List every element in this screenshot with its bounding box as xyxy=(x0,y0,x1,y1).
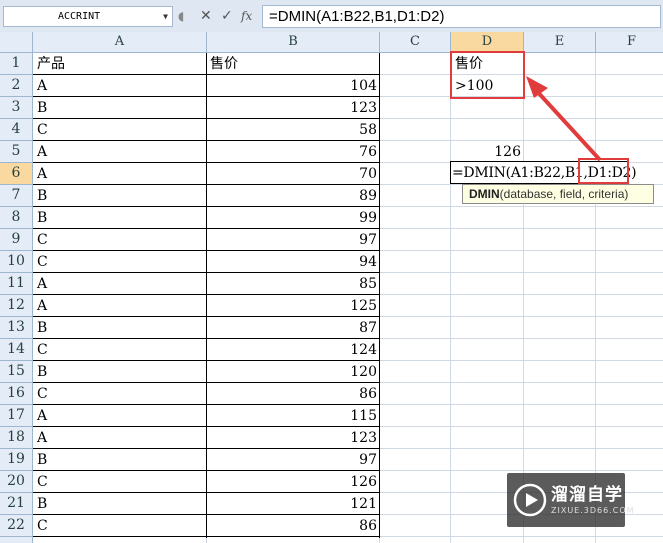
insert-function-icon[interactable]: fx xyxy=(241,6,252,27)
arrow-annotation xyxy=(526,76,602,162)
cancel-icon[interactable]: ✕ xyxy=(200,6,212,27)
watermark-logo: 溜溜自学 ZIXUE.3D66.COM xyxy=(507,473,634,527)
name-box[interactable]: ACCRINT ▼ xyxy=(3,6,173,27)
separator-icon: ◖ xyxy=(178,9,185,23)
arrow-head-icon xyxy=(526,76,548,98)
formula-bar: ACCRINT ▼ ◖ ✕ ✓ fx =DMIN(A1:B22,B1,D1:D2… xyxy=(0,0,663,33)
name-box-value: ACCRINT xyxy=(58,11,101,22)
formula-buttons: ◖ ✕ ✓ fx xyxy=(178,6,262,27)
formula-input[interactable]: =DMIN(A1:B22,B1,D1:D2) xyxy=(262,5,661,28)
watermark-title: 溜溜自学 xyxy=(551,485,623,505)
spreadsheet-grid[interactable]: A B C D E F 1 2 3 4 5 6 7 8 9 10 11 12 13 14 15 16 17 18 1… xyxy=(0,32,663,543)
arrow-shaft xyxy=(532,86,602,162)
enter-icon[interactable]: ✓ xyxy=(221,6,233,27)
watermark-url: ZIXUE.3D66.COM xyxy=(551,506,635,515)
play-logo-icon xyxy=(513,483,547,517)
chevron-down-icon[interactable]: ▼ xyxy=(163,7,168,26)
